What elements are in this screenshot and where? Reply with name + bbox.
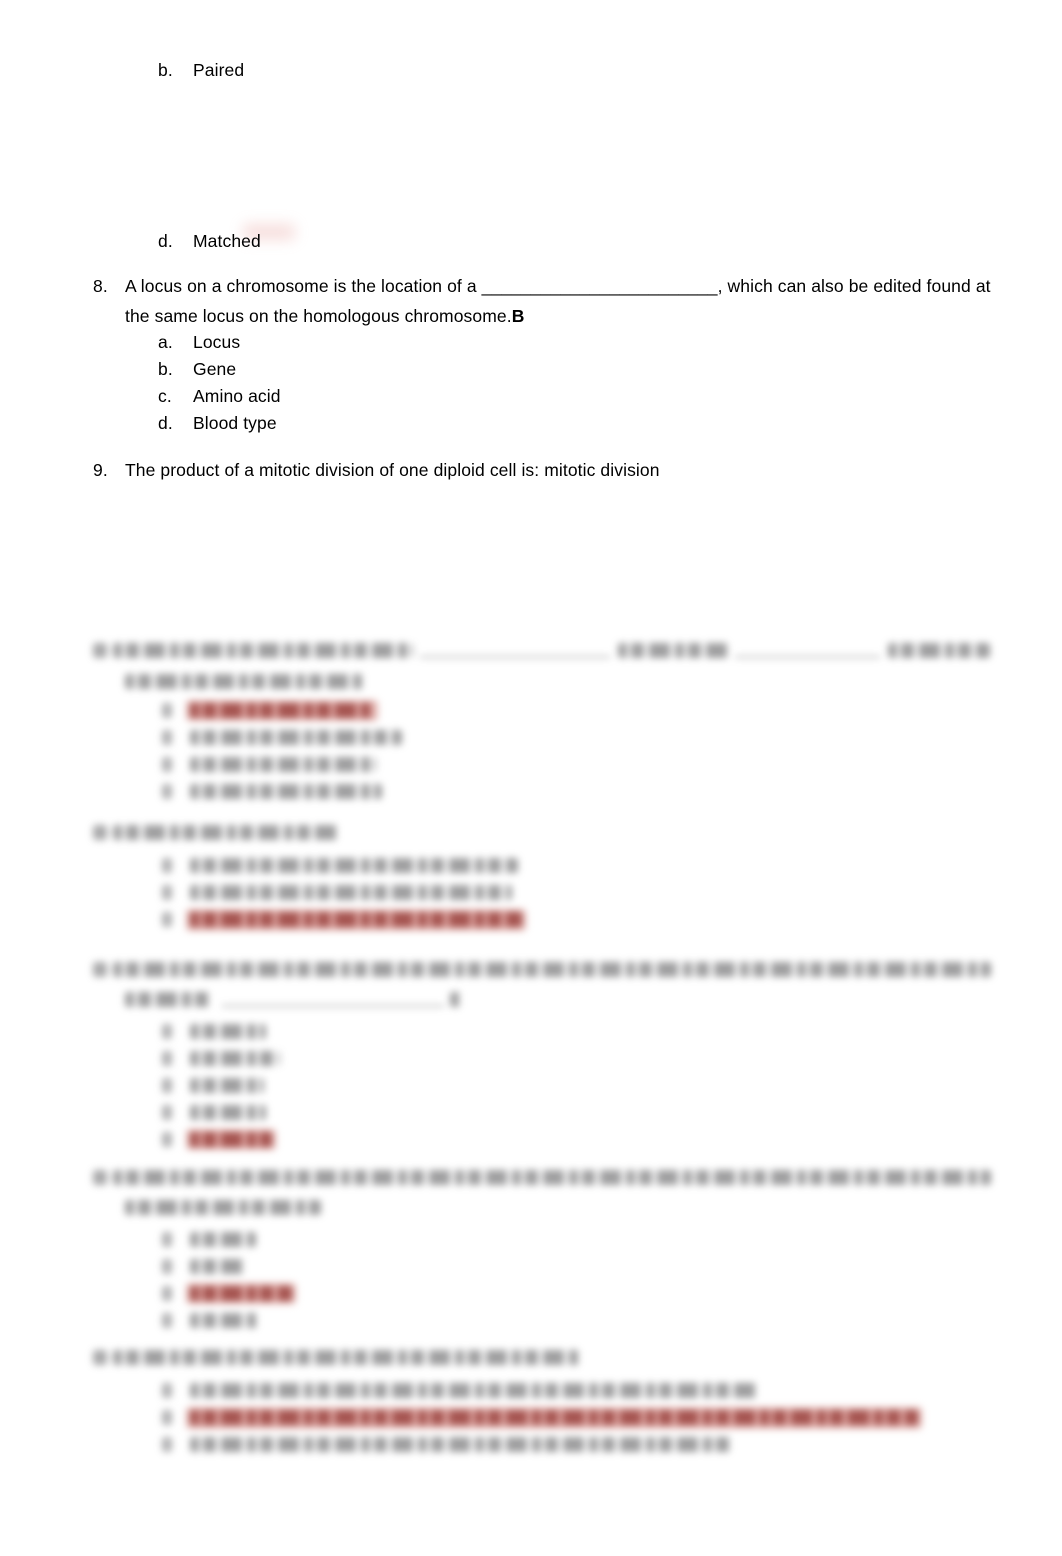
option-letter: d. — [158, 413, 173, 433]
question-text-line-2: the same locus on the homologous chromos… — [125, 306, 512, 326]
option-label: Amino acid — [193, 386, 281, 406]
question-number: 9. — [93, 460, 108, 480]
option-label: Paired — [193, 60, 245, 80]
option-label: Locus — [193, 332, 241, 352]
option-letter: b. — [158, 60, 173, 80]
obscured-content-region — [0, 620, 1062, 1556]
document-page: b. Paired d. Matched 8. A locus on a chr… — [0, 0, 1062, 1556]
question-8: 8. A locus on a chromosome is the locati… — [93, 271, 993, 301]
question-9: 9. The product of a mitotic division of … — [93, 455, 993, 485]
list-item: d. Matched — [158, 228, 264, 255]
option-label: Blood type — [193, 413, 277, 433]
list-item: b. Paired — [158, 57, 247, 84]
option-label-highlighted: Gene — [190, 356, 239, 383]
list-item: c. Amino acid — [158, 383, 284, 410]
question-text-line-1: A locus on a chromosome is the location … — [125, 276, 991, 296]
question-8-line-2: the same locus on the homologous chromos… — [125, 301, 1025, 331]
option-letter: d. — [158, 231, 173, 251]
list-item: a. Locus — [158, 329, 243, 356]
question-text: The product of a mitotic division of one… — [125, 460, 660, 480]
question-text: A locus on a chromosome is the location … — [125, 271, 993, 301]
option-label: Matched — [193, 231, 261, 251]
legible-content-region: b. Paired d. Matched 8. A locus on a chr… — [0, 0, 1062, 620]
option-letter: b. — [158, 359, 173, 379]
option-letter: c. — [158, 386, 172, 406]
list-item: b. Gene — [158, 356, 239, 383]
question-number: 8. — [93, 276, 108, 296]
list-item: d. Blood type — [158, 410, 280, 437]
option-letter: a. — [158, 332, 173, 352]
answer-mark: B — [511, 306, 525, 326]
